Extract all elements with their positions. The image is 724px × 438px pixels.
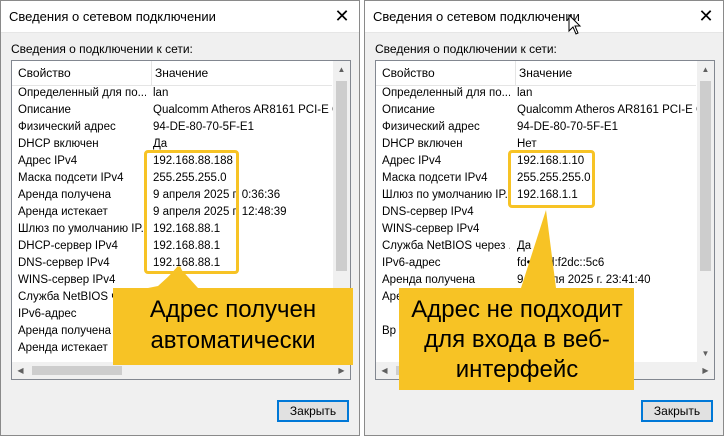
scroll-down-icon[interactable]: ▼ — [697, 345, 714, 362]
value-cell: Нет — [517, 138, 537, 150]
property-cell: Шлюз по умолчанию IP... — [382, 189, 510, 201]
close-button[interactable]: Закрыть — [641, 400, 713, 422]
callout-text-line-2: автоматически — [150, 327, 316, 354]
value-cell: lan — [153, 87, 169, 99]
list-item[interactable]: Определенный для по... lan — [376, 86, 696, 103]
highlight-box-ip-values — [508, 150, 595, 208]
scroll-left-icon[interactable]: ◀ — [376, 362, 393, 379]
property-cell: Физический адрес — [382, 121, 480, 133]
property-cell: Маска подсети IPv4 — [18, 172, 124, 184]
value-cell: Qualcomm Atheros AR8161 PCI-E Gig — [517, 104, 697, 116]
section-label: Сведения о подключении к сети: — [375, 42, 557, 56]
scroll-up-icon[interactable]: ▲ — [333, 61, 350, 78]
property-cell: Маска подсети IPv4 — [382, 172, 488, 184]
property-cell: Адрес IPv4 — [18, 155, 78, 167]
callout-text-line-1: Адрес не подходит — [411, 296, 623, 323]
callout-text-line-2: для входа в веб- — [424, 326, 610, 353]
column-header-value[interactable]: Значение — [515, 61, 699, 85]
listview-header: Свойство Значение — [12, 61, 332, 86]
section-label: Сведения о подключении к сети: — [11, 42, 193, 56]
scroll-up-icon[interactable]: ▲ — [697, 61, 714, 78]
value-cell: 94-DE-80-70-5F-E1 — [517, 121, 618, 133]
property-cell: Физический адрес — [18, 121, 116, 133]
value-cell: Да — [153, 138, 168, 150]
mouse-cursor-icon — [568, 14, 582, 35]
property-cell: Адрес IPv4 — [382, 155, 442, 167]
property-cell: Аренда получена — [18, 189, 112, 201]
list-item[interactable]: Определенный для по... lan — [12, 86, 332, 103]
property-cell: Определенный для по... — [18, 87, 146, 99]
property-cell: Определенный для по... — [382, 87, 510, 99]
scroll-thumb[interactable] — [700, 81, 711, 271]
scroll-right-icon[interactable]: ▶ — [697, 362, 714, 379]
list-item[interactable]: Физический адрес 94-DE-80-70-5F-E1 — [12, 120, 332, 137]
dialog-title: Сведения о сетевом подключении — [373, 9, 580, 24]
property-cell: DHCP включен — [382, 138, 463, 150]
close-button[interactable]: Закрыть — [277, 400, 349, 422]
close-icon[interactable]: ✕ — [325, 1, 359, 32]
scroll-left-icon[interactable]: ◀ — [12, 362, 29, 379]
value-cell: lan — [517, 87, 533, 99]
vertical-scrollbar[interactable]: ▲ ▼ — [697, 61, 714, 362]
property-cell: Описание — [18, 104, 71, 116]
column-header-property[interactable]: Свойство — [382, 61, 508, 85]
value-cell: Qualcomm Atheros AR8161 PCI-E Gig — [153, 104, 333, 116]
list-item[interactable]: Физический адрес 94-DE-80-70-5F-E1 — [376, 120, 696, 137]
close-icon[interactable]: ✕ — [689, 1, 723, 32]
callout-text-line-3: интерфейс — [455, 356, 579, 383]
listview-header: Свойство Значение — [376, 61, 696, 86]
callout-left: Адрес получен автоматически — [108, 206, 358, 370]
dialog-title: Сведения о сетевом подключении — [9, 9, 216, 24]
property-cell: DHCP включен — [18, 138, 99, 150]
value-cell: 94-DE-80-70-5F-E1 — [153, 121, 254, 133]
title-bar: Сведения о сетевом подключении ✕ — [365, 1, 723, 33]
title-bar: Сведения о сетевом подключении ✕ — [1, 1, 359, 33]
callout-text-line-1: Адрес получен — [149, 296, 317, 323]
property-cell: Описание — [382, 104, 435, 116]
list-item[interactable]: Описание Qualcomm Atheros AR8161 PCI-E Gi… — [12, 103, 333, 120]
callout-right: Адрес не подходит для входа в веб- интер… — [396, 206, 638, 392]
column-header-value[interactable]: Значение — [151, 61, 335, 85]
column-header-property[interactable]: Свойство — [18, 61, 144, 85]
list-item[interactable]: Описание Qualcomm Atheros AR8161 PCI-E Gi… — [376, 103, 697, 120]
